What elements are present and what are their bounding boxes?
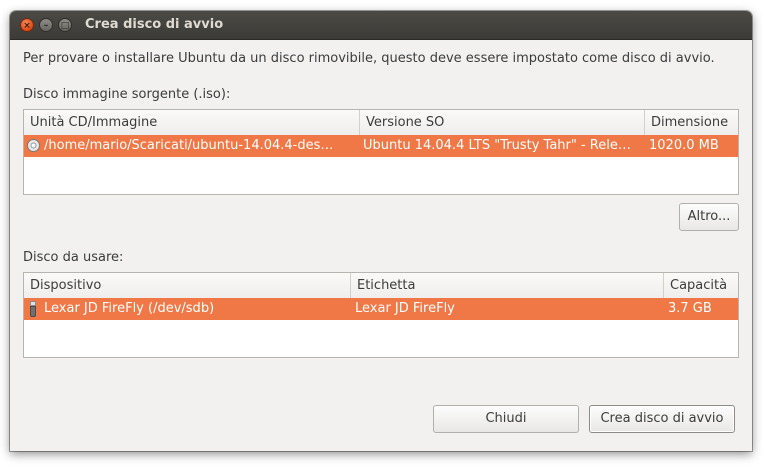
close-button[interactable]: Chiudi — [433, 405, 579, 433]
device-capacity: 3.7 GB — [668, 301, 712, 316]
column-header-os-version[interactable]: Versione SO — [359, 110, 644, 135]
title-bar[interactable]: × – □ Crea disco di avvio — [10, 11, 752, 40]
target-disk-label: Disco da usare: — [23, 250, 124, 265]
source-table-header: Unità CD/Immagine Versione SO Dimensione — [24, 110, 738, 136]
column-header-capacity[interactable]: Capacità — [663, 273, 738, 298]
usb-drive-icon — [30, 301, 36, 317]
source-image-table[interactable]: Unità CD/Immagine Versione SO Dimensione… — [23, 109, 739, 195]
screen: × – □ Crea disco di avvio Per provare o … — [0, 0, 771, 468]
other-button[interactable]: Altro... — [679, 203, 739, 231]
column-header-cd-image[interactable]: Unità CD/Immagine — [24, 110, 360, 135]
device-label: Lexar JD FireFly — [355, 301, 455, 316]
column-header-label[interactable]: Etichetta — [350, 273, 663, 298]
create-startup-disk-button[interactable]: Crea disco di avvio — [589, 405, 735, 433]
column-header-device[interactable]: Dispositivo — [24, 273, 351, 298]
intro-text: Per provare o installare Ubuntu da un di… — [23, 51, 715, 66]
startup-disk-creator-window: × – □ Crea disco di avvio Per provare o … — [10, 11, 752, 451]
iso-path: /home/mario/Scaricati/ubuntu-14.04.4-des… — [44, 138, 334, 153]
target-disk-table[interactable]: Dispositivo Etichetta Capacità Lexar JD … — [23, 272, 739, 358]
maximize-window-icon[interactable]: □ — [58, 18, 72, 32]
target-table-header: Dispositivo Etichetta Capacità — [24, 273, 738, 299]
source-image-label: Disco immagine sorgente (.iso): — [23, 87, 231, 102]
os-version: Ubuntu 14.04.4 LTS "Trusty Tahr" - Rele… — [363, 138, 631, 153]
device-name: Lexar JD FireFly (/dev/sdb) — [44, 301, 215, 316]
window-title: Crea disco di avvio — [85, 17, 224, 32]
minimize-window-icon[interactable]: – — [39, 18, 53, 32]
disc-icon — [27, 139, 40, 152]
iso-size: 1020.0 MB — [649, 138, 719, 153]
column-header-size[interactable]: Dimensione — [644, 110, 738, 135]
close-window-icon[interactable]: × — [20, 18, 34, 32]
table-row[interactable]: /home/mario/Scaricati/ubuntu-14.04.4-des… — [24, 135, 738, 157]
table-row[interactable]: Lexar JD FireFly (/dev/sdb) Lexar JD Fir… — [24, 298, 738, 320]
